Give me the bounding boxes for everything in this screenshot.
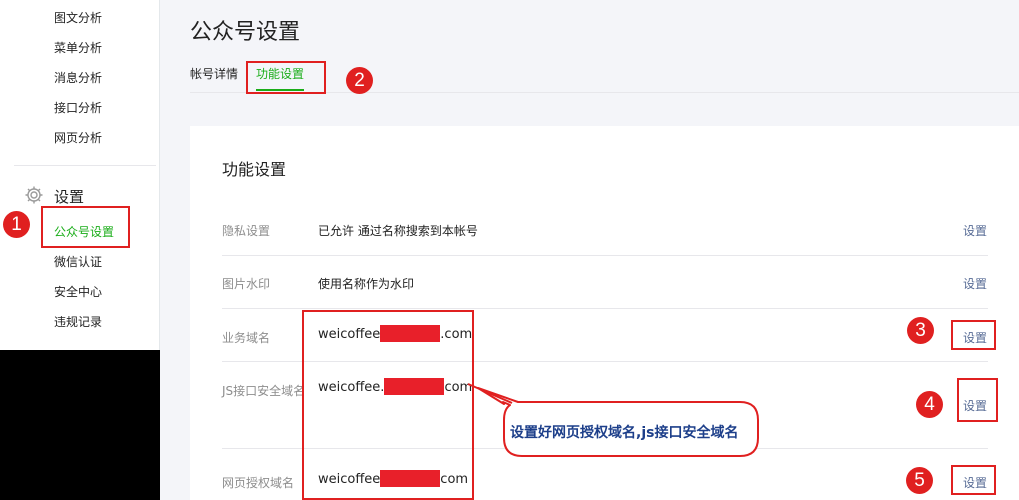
privacy-settings-label: 隐私设置 (222, 224, 271, 238)
business-domain-label: 业务域名 (222, 331, 271, 345)
js-domain-label: JS接口安全域名 (222, 384, 306, 398)
privacy-settings-value: 已允许 通过名称搜索到本帐号 (318, 224, 478, 238)
sidebar-item-violation-records[interactable]: 违规记录 (54, 314, 102, 330)
sidebar-item-message-analysis[interactable]: 消息分析 (54, 70, 102, 86)
callout-bubble (467, 383, 759, 457)
highlight-box-tab (246, 61, 326, 94)
callout-text: 设置好网页授权域名,js接口安全域名 (510, 425, 739, 441)
sidebar-item-api-analysis[interactable]: 接口分析 (54, 100, 102, 116)
highlight-box-action-4 (957, 378, 998, 422)
page-title: 公众号设置 (190, 20, 301, 45)
card-title: 功能设置 (222, 160, 287, 179)
sidebar: 图文分析 菜单分析 消息分析 接口分析 网页分析 设置 公众号设置 微信认证 安… (0, 0, 160, 350)
sidebar-item-wechat-verify[interactable]: 微信认证 (54, 254, 102, 270)
sidebar-divider (14, 165, 156, 166)
sidebar-item-article-analysis[interactable]: 图文分析 (54, 10, 102, 26)
step-number-5: 5 (906, 467, 933, 494)
watermark-label: 图片水印 (222, 277, 271, 291)
row-divider (222, 255, 988, 256)
highlight-box-sidebar (41, 206, 130, 248)
blank-area (0, 350, 160, 500)
step-number-4: 4 (916, 391, 943, 418)
sidebar-section-settings: 设置 (54, 188, 85, 206)
step-number-1: 1 (3, 211, 30, 238)
step-number-2: 2 (346, 67, 373, 94)
gear-icon (25, 186, 43, 204)
row-divider (222, 308, 988, 309)
watermark-value: 使用名称作为水印 (318, 277, 415, 291)
sidebar-item-web-analysis[interactable]: 网页分析 (54, 130, 102, 146)
highlight-box-action-5 (951, 465, 996, 495)
step-number-3: 3 (907, 317, 934, 344)
highlight-box-action-3 (951, 320, 996, 350)
watermark-button[interactable]: 设置 (963, 275, 987, 292)
oauth-domain-label: 网页授权域名 (222, 476, 295, 490)
sidebar-item-security-center[interactable]: 安全中心 (54, 284, 102, 300)
sidebar-item-menu-analysis[interactable]: 菜单分析 (54, 40, 102, 56)
privacy-settings-button[interactable]: 设置 (963, 222, 987, 239)
tab-account-details[interactable]: 帐号详情 (190, 65, 238, 82)
